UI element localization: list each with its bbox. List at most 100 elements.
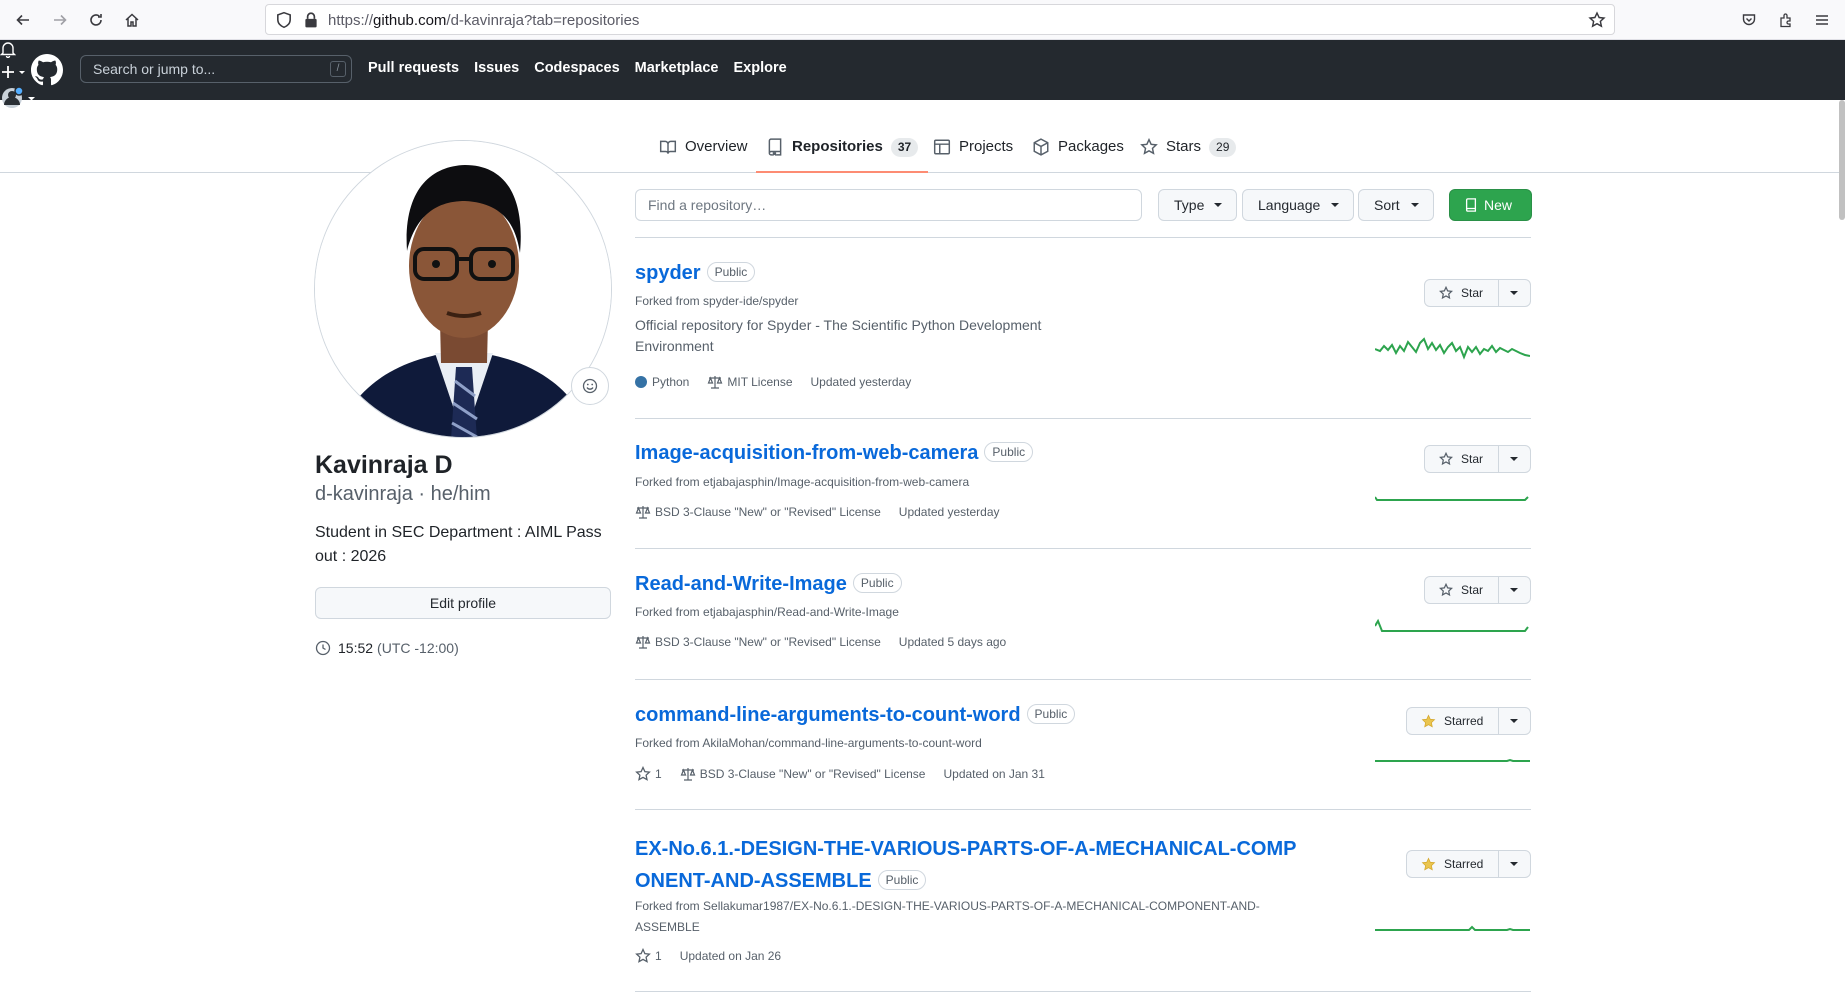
forward-icon[interactable] [48, 8, 72, 32]
visibility-badge: Public [877, 870, 927, 890]
tab-label: Packages [1058, 138, 1124, 155]
bookmark-star-icon[interactable] [1588, 11, 1606, 29]
list-dropdown-button[interactable] [1499, 446, 1530, 472]
home-icon[interactable] [120, 8, 144, 32]
list-dropdown-button[interactable] [1499, 280, 1530, 306]
back-icon[interactable] [11, 8, 35, 32]
star-icon [1439, 286, 1453, 300]
list-dropdown-button[interactable] [1499, 851, 1530, 877]
forked-from[interactable]: Forked from Sellakumar1987/EX-No.6.1.-DE… [635, 896, 1335, 938]
search-shortcut-key: / [330, 61, 346, 77]
global-search-input[interactable]: Search or jump to... / [80, 55, 352, 83]
lock-icon[interactable] [302, 11, 320, 29]
repo-icon [1465, 198, 1477, 212]
list-dropdown-button[interactable] [1499, 577, 1530, 603]
star-button[interactable]: Star [1425, 577, 1499, 603]
set-status-button[interactable] [571, 367, 609, 405]
activity-sparkline [1375, 758, 1530, 762]
tab-overview[interactable]: Overview [659, 138, 748, 173]
law-icon [680, 768, 696, 781]
tab-counter: 29 [1209, 138, 1237, 157]
forked-from-line: Forked from Sellakumar1987/EX-No.6.1.-DE… [635, 899, 1260, 913]
profile-username: d-kavinraja · he/him [315, 483, 491, 505]
new-repository-button[interactable]: New [1449, 189, 1532, 221]
star-button-group: Star [1424, 445, 1531, 473]
repo-name-link[interactable]: spyder [635, 262, 701, 284]
sort-dropdown[interactable]: Sort [1358, 189, 1434, 221]
repo-name-link[interactable]: EX-No.6.1.-DESIGN-THE-VARIOUS-PARTS-OF-A… [635, 834, 1335, 898]
extensions-icon[interactable] [1774, 8, 1798, 32]
forked-from[interactable]: Forked from AkilaMohan/command-line-argu… [635, 736, 982, 750]
repo-name-link[interactable]: Image-acquisition-from-web-camera [635, 442, 978, 464]
repo-meta: 1 Updated on Jan 26 [635, 948, 799, 964]
license-meta: BSD 3-Clause "New" or "Revised" License [680, 767, 925, 781]
forked-from-line: ASSEMBLE [635, 920, 700, 934]
find-repository-input[interactable]: Find a repository… [635, 189, 1142, 221]
tab-stars[interactable]: Stars 29 [1140, 138, 1237, 173]
smiley-icon [582, 378, 598, 394]
star-button[interactable]: Star [1425, 280, 1499, 306]
updated-label: Updated 5 days ago [898, 635, 1007, 649]
forked-from[interactable]: Forked from etjabajasphin/Image-acquisit… [635, 475, 969, 489]
caret-down-icon [1331, 203, 1339, 207]
repo-name-line: EX-No.6.1.-DESIGN-THE-VARIOUS-PARTS-OF-A… [635, 838, 1297, 860]
divider [635, 991, 1531, 992]
profile-bio: Student in SEC Department : AIML Pass ou… [315, 524, 602, 565]
star-button-label: Star [1461, 452, 1484, 466]
stars-meta[interactable]: 1 [635, 948, 662, 964]
nav-issues[interactable]: Issues [474, 60, 519, 76]
list-dropdown-button[interactable] [1499, 708, 1530, 734]
user-avatar-menu[interactable] [0, 86, 1845, 115]
repo-name-link[interactable]: command-line-arguments-to-count-word [635, 704, 1021, 726]
page-scrollbar[interactable] [1839, 100, 1845, 220]
nav-marketplace[interactable]: Marketplace [635, 60, 719, 76]
repo-name-line: ONENT-AND-ASSEMBLE [635, 870, 872, 892]
license-label: BSD 3-Clause "New" or "Revised" License [655, 635, 881, 649]
starred-button[interactable]: Starred [1407, 708, 1499, 734]
star-button[interactable]: Star [1425, 446, 1499, 472]
divider [635, 679, 1531, 680]
language-filter-dropdown[interactable]: Language [1242, 189, 1354, 221]
shield-icon[interactable] [275, 11, 293, 29]
nav-pull-requests[interactable]: Pull requests [368, 60, 459, 76]
caret-down-icon [1510, 719, 1519, 723]
search-placeholder: Search or jump to... [93, 61, 216, 77]
license-label: MIT License [727, 375, 793, 389]
star-button-label: Star [1461, 583, 1484, 597]
type-filter-dropdown[interactable]: Type [1158, 189, 1237, 221]
star-icon [1439, 583, 1453, 597]
nav-codespaces[interactable]: Codespaces [534, 60, 619, 76]
url-bar[interactable]: https://github.com/d-kavinraja?tab=repos… [265, 4, 1615, 35]
nav-explore[interactable]: Explore [733, 60, 786, 76]
repo-name-link[interactable]: Read-and-Write-Image [635, 573, 847, 595]
starred-button[interactable]: Starred [1407, 851, 1499, 877]
avatar-portrait [315, 141, 611, 437]
tab-repositories[interactable]: Repositories 37 [755, 138, 929, 173]
forked-from[interactable]: Forked from etjabajasphin/Read-and-Write… [635, 605, 899, 619]
stars-meta[interactable]: 1 [635, 766, 662, 782]
activity-sparkline [1375, 337, 1530, 360]
pocket-icon[interactable] [1737, 8, 1761, 32]
tab-label: Projects [959, 138, 1014, 155]
profile-fullname: Kavinraja D [315, 451, 453, 479]
menu-icon[interactable] [1810, 8, 1834, 32]
caret-down-icon [1510, 588, 1519, 592]
tab-label: Overview [685, 138, 748, 155]
star-icon [635, 948, 651, 963]
updated-label: Updated yesterday [810, 375, 912, 389]
tab-projects[interactable]: Projects [933, 138, 1013, 173]
repo-icon [768, 138, 782, 156]
reload-icon[interactable] [84, 8, 108, 32]
github-logo-icon[interactable] [31, 54, 63, 86]
tab-packages[interactable]: Packages [1032, 138, 1124, 173]
updated-label: Updated yesterday [898, 505, 1000, 519]
star-button-label: Star [1461, 286, 1484, 300]
tab-label: Stars [1166, 138, 1202, 155]
star-icon [1439, 452, 1453, 466]
language-color-dot [635, 376, 647, 388]
profile-avatar[interactable] [314, 140, 612, 438]
divider [635, 548, 1531, 549]
repo-meta: BSD 3-Clause "New" or "Revised" License … [635, 505, 1018, 519]
edit-profile-button[interactable]: Edit profile [315, 587, 611, 619]
forked-from[interactable]: Forked from spyder-ide/spyder [635, 294, 798, 308]
